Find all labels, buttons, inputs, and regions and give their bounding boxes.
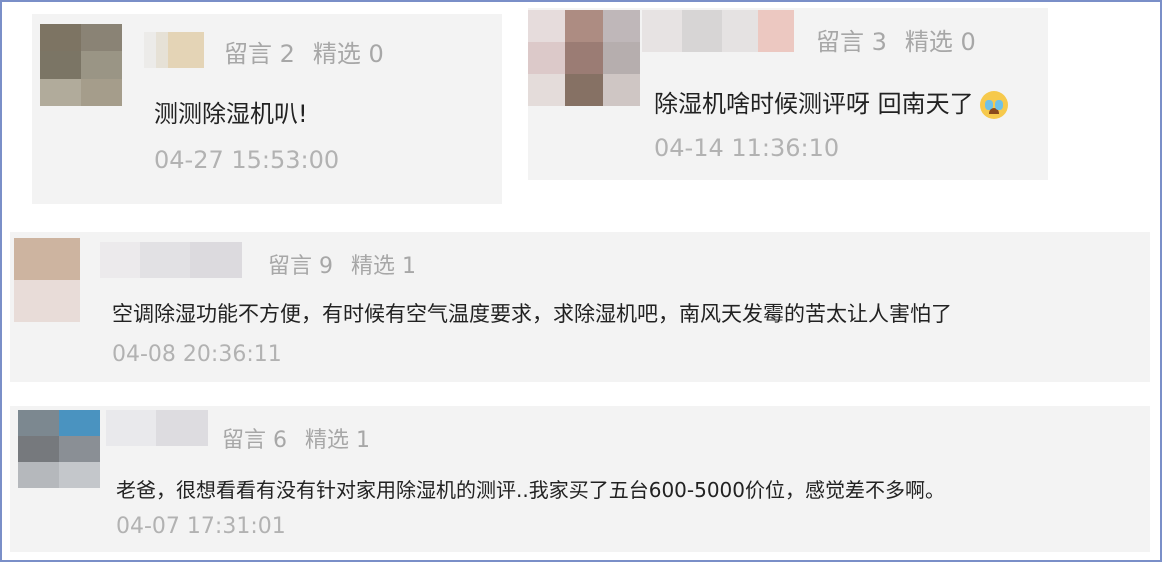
- avatar[interactable]: [40, 24, 122, 106]
- avatar[interactable]: [528, 10, 640, 106]
- comment-meta: 留言 9 精选 1: [268, 248, 416, 280]
- comment-time: 04-14 11:36:10: [654, 134, 840, 162]
- comment-time: 04-08 20:36:11: [112, 342, 282, 367]
- reply-count: 留言 6: [222, 428, 287, 453]
- reply-count: 留言 3: [816, 28, 887, 56]
- comment-meta: 留言 2 精选 0: [224, 34, 384, 69]
- comment-meta: 留言 6 精选 1: [222, 422, 370, 454]
- featured-count: 精选 0: [904, 28, 976, 56]
- comment-meta: 留言 3 精选 0: [816, 22, 976, 57]
- comment-text: 老爸，很想看看有没有针对家用除湿机的测评..我家买了五台600-5000价位，感…: [116, 478, 946, 502]
- username-blurred[interactable]: [106, 410, 208, 446]
- comment-card: 留言 2 精选 0 测测除湿机叭! 04-27 15:53:00: [32, 14, 502, 204]
- screenshot-frame: 留言 2 精选 0 测测除湿机叭! 04-27 15:53:00 留言 3 精选 0…: [0, 0, 1162, 562]
- avatar[interactable]: [18, 410, 100, 488]
- comment-text: 除湿机啥时候测评呀 回南天了: [654, 84, 1008, 119]
- reply-count: 留言 2: [224, 40, 295, 68]
- username-blurred[interactable]: [642, 10, 794, 52]
- comment-text: 测测除湿机叭!: [154, 100, 308, 128]
- crying-face-icon: [979, 91, 1008, 119]
- featured-count: 精选 0: [312, 40, 384, 68]
- username-blurred[interactable]: [100, 242, 242, 278]
- comment-time: 04-27 15:53:00: [154, 146, 340, 174]
- featured-count: 精选 1: [305, 428, 370, 453]
- avatar[interactable]: [14, 238, 80, 322]
- comment-card: 留言 6 精选 1 老爸，很想看看有没有针对家用除湿机的测评..我家买了五台600…: [10, 406, 1150, 552]
- reply-count: 留言 9: [268, 254, 333, 279]
- comment-card: 留言 9 精选 1 空调除湿功能不方便，有时候有空气温度要求，求除湿机吧，南风天发…: [10, 232, 1150, 382]
- featured-count: 精选 1: [351, 254, 416, 279]
- comment-text: 空调除湿功能不方便，有时候有空气温度要求，求除湿机吧，南风天发霉的苦太让人害怕了: [112, 302, 952, 326]
- username-blurred[interactable]: [144, 32, 204, 68]
- comment-time: 04-07 17:31:01: [116, 514, 286, 539]
- comment-card: 留言 3 精选 0 除湿机啥时候测评呀 回南天了 04-14 11:36:10: [528, 8, 1048, 180]
